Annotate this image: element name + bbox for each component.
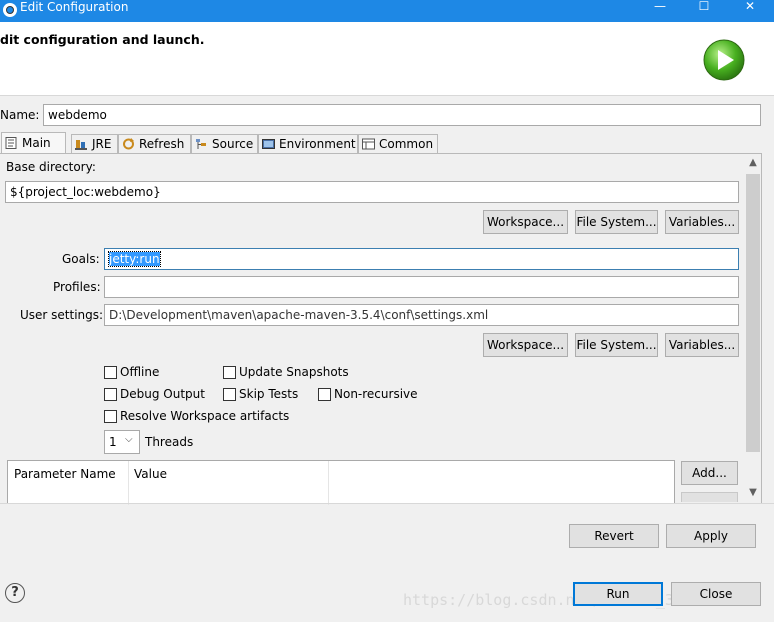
refresh-icon (123, 138, 134, 150)
user-settings-label: User settings: (20, 308, 104, 322)
tab-environment-label: Environment (279, 136, 356, 151)
debug-output-checkbox[interactable] (104, 388, 117, 401)
update-snapshots-checkbox[interactable] (223, 366, 236, 379)
run-launch-icon (703, 39, 745, 81)
divider (0, 503, 774, 504)
tab-source[interactable]: Source (191, 134, 258, 153)
tab-jre-label: JRE (92, 136, 112, 151)
column-divider (128, 461, 129, 505)
resolve-workspace-checkbox[interactable] (104, 410, 117, 423)
source-icon (196, 139, 206, 149)
eclipse-app-icon (3, 3, 17, 17)
tab-bar: Main JRE Refresh Source Environment Comm… (0, 132, 774, 153)
user-settings-input[interactable]: D:\Development\maven\apache-maven-3.5.4\… (104, 304, 739, 326)
maximize-button[interactable]: ☐ (681, 0, 727, 14)
revert-button[interactable]: Revert (569, 524, 659, 548)
tab-refresh-label: Refresh (139, 136, 185, 151)
window-title: Edit Configuration (20, 0, 129, 14)
common-icon (362, 138, 375, 150)
minimize-button[interactable]: — (637, 0, 683, 14)
help-icon[interactable]: ? (5, 583, 25, 603)
dialog-header: dit configuration and launch. (0, 22, 774, 96)
value-header: Value (134, 467, 167, 481)
tab-environment[interactable]: Environment (258, 134, 358, 153)
name-label: Name: (0, 108, 40, 122)
settings-workspace-button[interactable]: Workspace... (483, 333, 568, 357)
resolve-workspace-label: Resolve Workspace artifacts (120, 409, 290, 423)
skip-tests-checkbox[interactable] (223, 388, 236, 401)
tab-main-label: Main (22, 135, 51, 150)
goals-input[interactable]: jetty:run (104, 248, 739, 270)
environment-icon (262, 139, 275, 149)
close-window-button[interactable]: ✕ (727, 0, 773, 14)
apply-button[interactable]: Apply (666, 524, 756, 548)
non-recursive-checkbox[interactable] (318, 388, 331, 401)
tab-refresh[interactable]: Refresh (118, 134, 191, 153)
jre-icon (75, 140, 87, 150)
main-tab-icon (5, 137, 17, 149)
settings-filesystem-button[interactable]: File System... (575, 333, 658, 357)
base-filesystem-button[interactable]: File System... (575, 210, 658, 234)
parameter-table[interactable]: Parameter Name Value (7, 460, 675, 505)
offline-checkbox[interactable] (104, 366, 117, 379)
tab-jre[interactable]: JRE (71, 134, 118, 153)
profiles-label: Profiles: (53, 280, 101, 294)
base-directory-label: Base directory: (6, 160, 96, 174)
skip-tests-label: Skip Tests (239, 387, 299, 401)
name-input[interactable]: webdemo (43, 104, 761, 126)
base-directory-input[interactable]: ${project_loc:webdemo} (5, 181, 739, 203)
tab-main[interactable]: Main (1, 132, 66, 153)
threads-value: 1 (109, 435, 117, 449)
close-button[interactable]: Close (671, 582, 761, 606)
tab-common-label: Common (379, 136, 434, 151)
run-button[interactable]: Run (573, 582, 663, 606)
scroll-thumb[interactable] (746, 174, 760, 452)
chevron-down-icon: ⌵ (125, 434, 133, 445)
threads-dropdown[interactable]: 1 ⌵ (104, 430, 140, 454)
goals-selected-text: jetty:run (108, 251, 161, 267)
add-parameter-button[interactable]: Add... (681, 461, 738, 485)
tab-source-label: Source (212, 136, 254, 151)
parameter-name-header: Parameter Name (14, 467, 116, 481)
profiles-input[interactable] (104, 276, 739, 298)
scroll-down-icon[interactable]: ▼ (745, 484, 761, 502)
header-title: dit configuration and launch. (0, 32, 205, 47)
threads-label: Threads (145, 435, 194, 449)
column-divider (328, 461, 329, 505)
base-variables-button[interactable]: Variables... (665, 210, 739, 234)
tab-common[interactable]: Common (358, 134, 438, 153)
title-bar: Edit Configuration — ☐ ✕ (0, 0, 774, 22)
update-snapshots-label: Update Snapshots (239, 365, 349, 379)
offline-label: Offline (120, 365, 160, 379)
base-workspace-button[interactable]: Workspace... (483, 210, 568, 234)
edit-parameter-button-partial[interactable] (681, 492, 738, 502)
settings-variables-button[interactable]: Variables... (665, 333, 739, 357)
goals-label: Goals: (62, 252, 100, 266)
non-recursive-label: Non-recursive (334, 387, 418, 401)
debug-output-label: Debug Output (120, 387, 205, 401)
scroll-up-icon[interactable]: ▲ (745, 154, 761, 172)
